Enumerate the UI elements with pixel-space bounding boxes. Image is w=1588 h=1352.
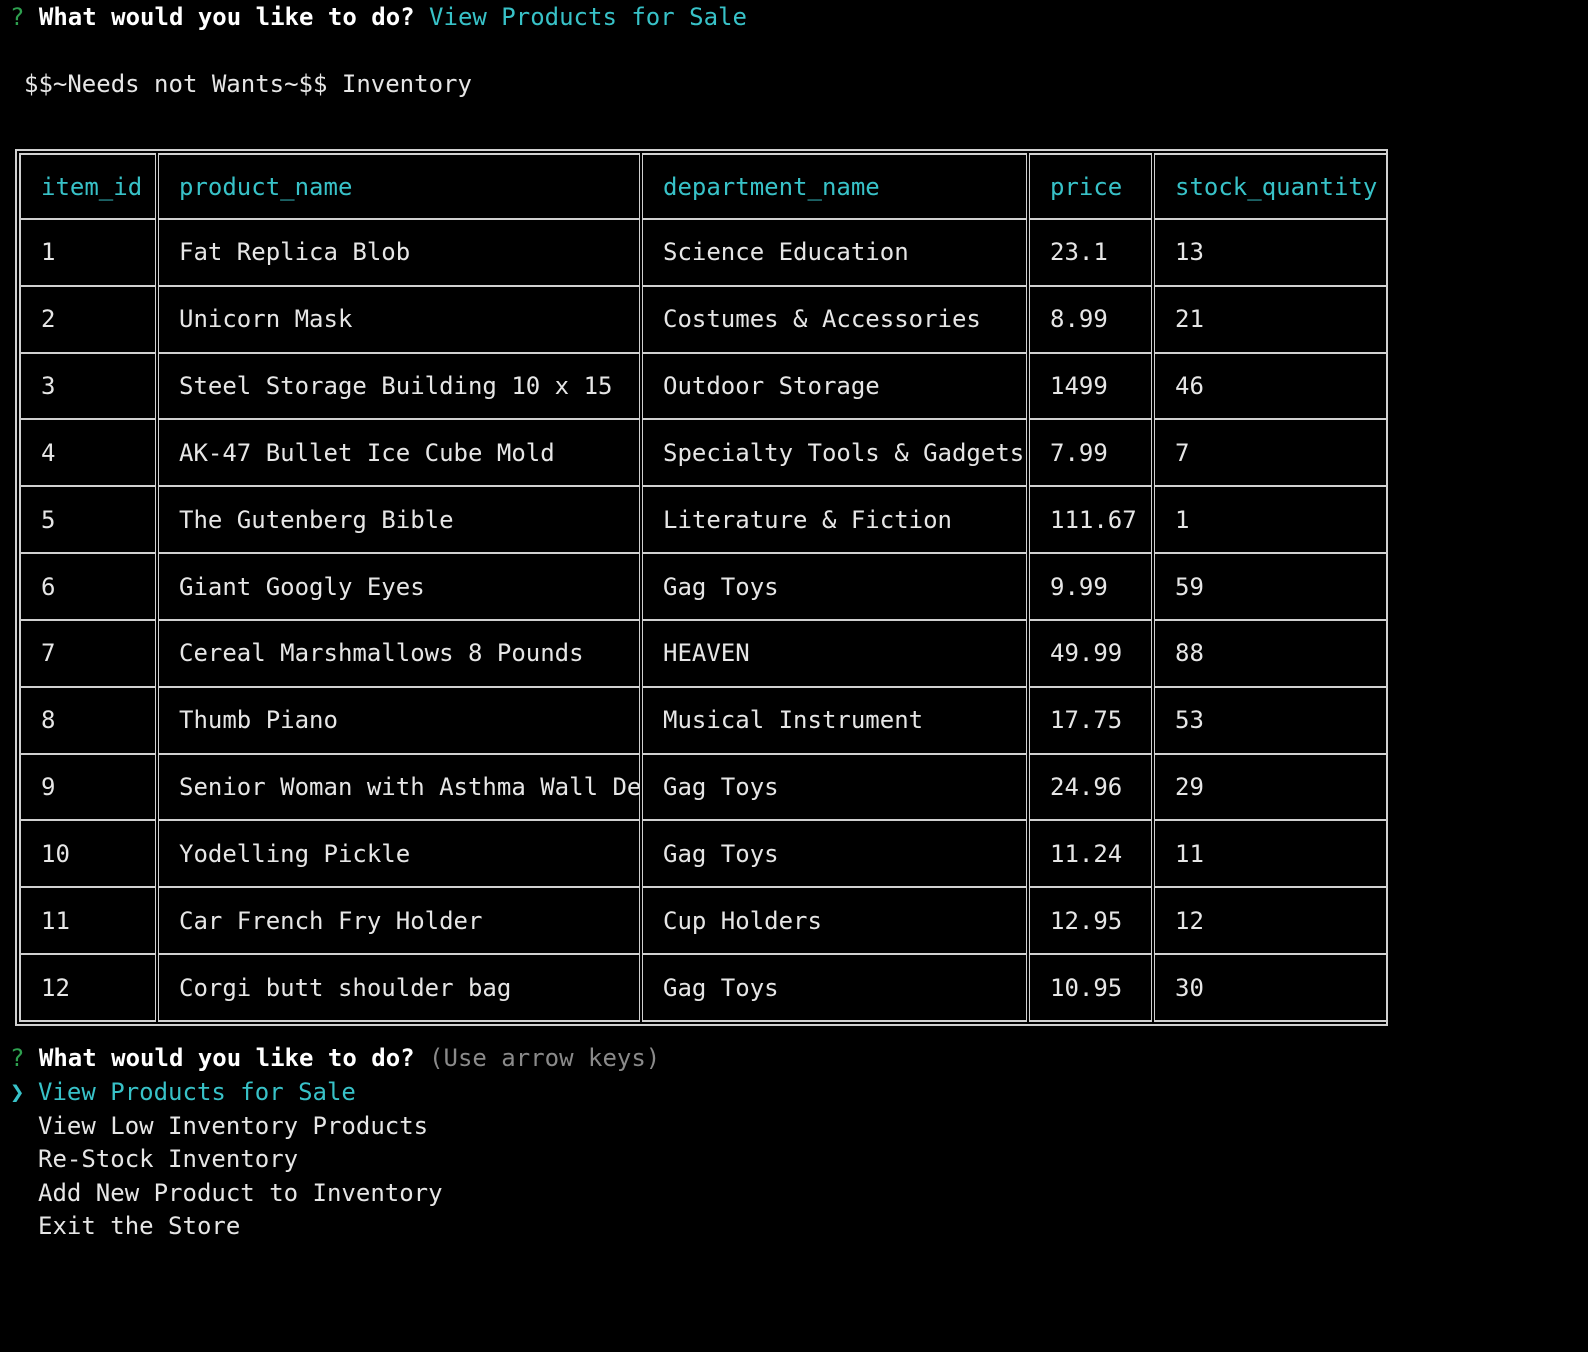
cell-product-name: Senior Woman with Asthma Wall De xyxy=(155,752,642,822)
prompt-answer: View Products for Sale xyxy=(429,3,747,31)
prompt-qmark: ? xyxy=(10,1044,25,1072)
cell-department-name: Cup Holders xyxy=(639,886,1029,956)
cell-product-name: Car French Fry Holder xyxy=(155,886,642,956)
cell-department-name: Gag Toys xyxy=(639,552,1029,621)
cell-product-name: Steel Storage Building 10 x 15 xyxy=(155,351,642,421)
header-price: price xyxy=(1026,153,1154,220)
cell-stock-quantity: 12 xyxy=(1151,886,1388,956)
table-row: 8 Thumb Piano Musical Instrument 17.75 53 xyxy=(19,685,1388,755)
cell-price: 11.24 xyxy=(1026,819,1154,889)
table-row: 5 The Gutenberg Bible Literature & Fiction… xyxy=(19,485,1388,555)
cell-product-name: Yodelling Pickle xyxy=(155,819,642,889)
cell-department-name: Gag Toys xyxy=(639,819,1029,889)
header-stock-quantity: stock_quantity xyxy=(1151,153,1388,220)
cell-price: 23.1 xyxy=(1026,218,1154,287)
table-row: 12 Corgi butt shoulder bag Gag Toys 10.95 30 xyxy=(19,953,1388,1022)
cell-department-name: Gag Toys xyxy=(639,953,1029,1022)
cell-stock-quantity: 29 xyxy=(1151,752,1388,822)
second-prompt-line: ? What would you like to do? (Use arrow … xyxy=(10,1041,660,1075)
cell-stock-quantity: 21 xyxy=(1151,284,1388,354)
cell-department-name: Musical Instrument xyxy=(639,685,1029,755)
table-row: 2 Unicorn Mask Costumes & Accessories 8.99 2… xyxy=(19,284,1388,354)
menu-choice[interactable]: Add New Product to Inventory xyxy=(38,1176,443,1210)
cell-product-name: Fat Replica Blob xyxy=(155,218,642,287)
cell-product-name: The Gutenberg Bible xyxy=(155,485,642,555)
table-row: 4 AK-47 Bullet Ice Cube Mold Specialty Too… xyxy=(19,418,1388,488)
cell-item-id: 6 xyxy=(19,552,158,621)
cell-department-name: Outdoor Storage xyxy=(639,351,1029,421)
cell-price: 111.67 xyxy=(1026,485,1154,555)
menu-choice[interactable]: View Low Inventory Products xyxy=(38,1109,428,1143)
table-body: 1 Fat Replica Blob Science Education 23.1 13… xyxy=(19,218,1388,1022)
cell-stock-quantity: 46 xyxy=(1151,351,1388,421)
table-header-row: item_id product_name department_name pri… xyxy=(19,153,1388,220)
table-row: 11 Car French Fry Holder Cup Holders 12.95 1… xyxy=(19,886,1388,956)
cell-department-name: Costumes & Accessories xyxy=(639,284,1029,354)
cell-price: 24.96 xyxy=(1026,752,1154,822)
cell-product-name: Unicorn Mask xyxy=(155,284,642,354)
cell-product-name: Corgi butt shoulder bag xyxy=(155,953,642,1022)
cell-stock-quantity: 53 xyxy=(1151,685,1388,755)
cell-price: 17.75 xyxy=(1026,685,1154,755)
header-product-name: product_name xyxy=(155,153,642,220)
cell-item-id: 8 xyxy=(19,685,158,755)
cell-stock-quantity: 1 xyxy=(1151,485,1388,555)
cell-price: 10.95 xyxy=(1026,953,1154,1022)
cell-price: 9.99 xyxy=(1026,552,1154,621)
cell-department-name: Specialty Tools & Gadgets xyxy=(639,418,1029,488)
prompt-question: What would you like to do? xyxy=(38,3,415,31)
cell-item-id: 7 xyxy=(19,618,158,688)
table-row: 9 Senior Woman with Asthma Wall De Gag Toy… xyxy=(19,752,1388,822)
first-prompt-line: ? What would you like to do? View Produc… xyxy=(10,0,747,34)
cell-stock-quantity: 13 xyxy=(1151,218,1388,287)
menu-choice[interactable]: View Products for Sale xyxy=(38,1075,356,1109)
table-row: 1 Fat Replica Blob Science Education 23.1 13 xyxy=(19,218,1388,287)
cell-department-name: Science Education xyxy=(639,218,1029,287)
cell-stock-quantity: 88 xyxy=(1151,618,1388,688)
prompt-question: What would you like to do? xyxy=(38,1044,415,1072)
selection-pointer-icon: ❯ xyxy=(10,1078,25,1106)
cell-item-id: 11 xyxy=(19,886,158,956)
cell-price: 12.95 xyxy=(1026,886,1154,956)
inventory-table: item_id product_name department_name pri… xyxy=(15,149,1388,1026)
cell-product-name: AK-47 Bullet Ice Cube Mold xyxy=(155,418,642,488)
cell-product-name: Thumb Piano xyxy=(155,685,642,755)
cell-department-name: HEAVEN xyxy=(639,618,1029,688)
cell-item-id: 12 xyxy=(19,953,158,1022)
menu-choice[interactable]: Re-Stock Inventory xyxy=(38,1142,298,1176)
header-department-name: department_name xyxy=(639,153,1029,220)
inventory-title: $$~Needs not Wants~$$ Inventory xyxy=(24,70,472,98)
cell-item-id: 10 xyxy=(19,819,158,889)
cell-price: 1499 xyxy=(1026,351,1154,421)
cell-price: 49.99 xyxy=(1026,618,1154,688)
table-row: 10 Yodelling Pickle Gag Toys 11.24 11 xyxy=(19,819,1388,889)
header-item-id: item_id xyxy=(19,153,158,220)
table-row: 6 Giant Googly Eyes Gag Toys 9.99 59 xyxy=(19,552,1388,621)
cell-item-id: 2 xyxy=(19,284,158,354)
cell-product-name: Cereal Marshmallows 8 Pounds xyxy=(155,618,642,688)
prompt-qmark: ? xyxy=(10,3,25,31)
table-row: 7 Cereal Marshmallows 8 Pounds HEAVEN 49.99… xyxy=(19,618,1388,688)
cell-department-name: Literature & Fiction xyxy=(639,485,1029,555)
cell-department-name: Gag Toys xyxy=(639,752,1029,822)
cell-product-name: Giant Googly Eyes xyxy=(155,552,642,621)
cell-price: 8.99 xyxy=(1026,284,1154,354)
cell-stock-quantity: 11 xyxy=(1151,819,1388,889)
cell-stock-quantity: 59 xyxy=(1151,552,1388,621)
prompt-hint: (Use arrow keys) xyxy=(429,1044,661,1072)
cell-item-id: 3 xyxy=(19,351,158,421)
menu-choice[interactable]: Exit the Store xyxy=(38,1209,240,1243)
cell-stock-quantity: 7 xyxy=(1151,418,1388,488)
cell-item-id: 5 xyxy=(19,485,158,555)
table-row: 3 Steel Storage Building 10 x 15 Outdoor S… xyxy=(19,351,1388,421)
cell-stock-quantity: 30 xyxy=(1151,953,1388,1022)
cell-item-id: 4 xyxy=(19,418,158,488)
cell-item-id: 1 xyxy=(19,218,158,287)
cell-price: 7.99 xyxy=(1026,418,1154,488)
cell-item-id: 9 xyxy=(19,752,158,822)
